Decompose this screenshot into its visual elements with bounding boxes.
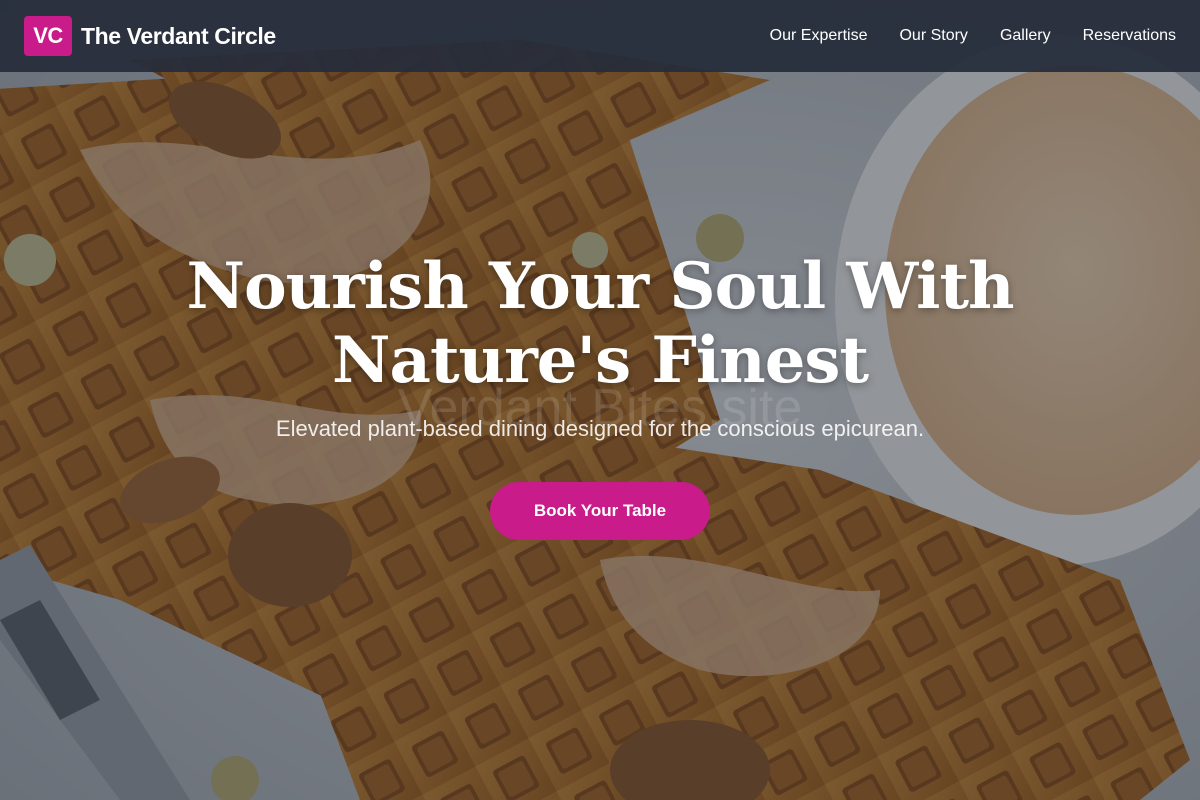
navbar: VC The Verdant Circle Our Expertise Our … [0,0,1200,72]
hero-title-line-1: Nourish Your Soul With [186,249,1014,324]
nav-link-reservations[interactable]: Reservations [1083,27,1176,45]
nav-menu: Our Expertise Our Story Gallery Reservat… [770,27,1176,45]
hero-subtitle: Elevated plant-based dining designed for… [275,416,925,441]
hero-title: Nourish Your Soul With Nature's Finest [0,250,1200,398]
book-table-button[interactable]: Book Your Table [490,482,710,540]
nav-link-our-story[interactable]: Our Story [899,27,967,45]
hero-title-line-2: Nature's Finest [332,323,869,398]
brand-name: The Verdant Circle [81,22,276,49]
nav-link-our-expertise[interactable]: Our Expertise [770,27,868,45]
brand-home-link[interactable]: VC The Verdant Circle [24,16,276,56]
nav-link-gallery[interactable]: Gallery [1000,27,1051,45]
hero-section: Nourish Your Soul With Nature's Finest E… [0,250,1200,540]
brand-logo: VC [24,16,72,56]
